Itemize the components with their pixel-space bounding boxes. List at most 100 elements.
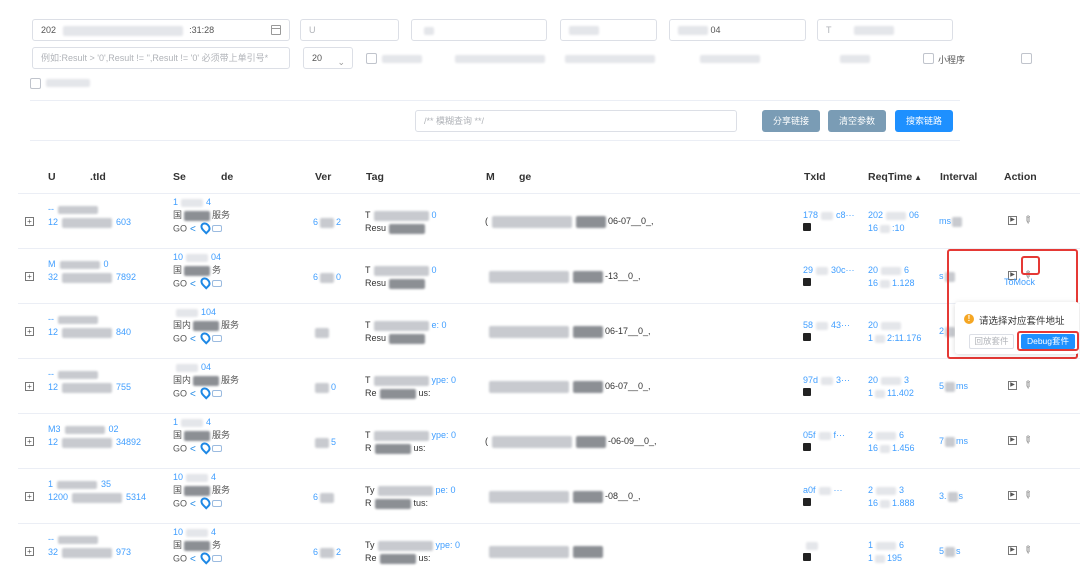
filter-field-3[interactable]	[411, 19, 547, 41]
expand-row-icon[interactable]: +	[25, 547, 34, 556]
interval-value: 2	[939, 326, 945, 336]
ver-cell: 62	[313, 216, 341, 229]
filter-checkbox-1[interactable]	[366, 53, 377, 64]
sort-asc-icon[interactable]: ▲	[914, 173, 922, 182]
service-cell: 10 4 国 服务 GO <	[173, 471, 230, 511]
location-pin-icon[interactable]	[198, 385, 213, 400]
share-icon[interactable]: <	[190, 280, 199, 290]
edit-pencil-icon[interactable]: ✎	[1020, 488, 1034, 502]
table-row[interactable]: + -- 12 840 104 国内 服务 GO < Te: 0 Resu 06-17__0_, 58 4…	[18, 304, 1080, 359]
share-icon[interactable]: <	[190, 555, 199, 565]
comment-icon[interactable]	[212, 335, 223, 342]
location-pin-icon[interactable]	[198, 550, 213, 565]
location-pin-icon[interactable]	[198, 275, 213, 290]
comment-icon[interactable]	[212, 280, 223, 287]
service-line-2: 国	[173, 540, 183, 550]
redacted-block	[880, 224, 891, 233]
expand-row-icon[interactable]: +	[25, 272, 34, 281]
service-line-2b: 务	[212, 265, 222, 275]
message-suffix: -06-09__0_,	[608, 436, 657, 446]
location-pin-icon[interactable]	[198, 440, 213, 455]
share-link-button[interactable]: 分享链接	[762, 110, 820, 132]
uid-line-2b: 5314	[126, 492, 147, 502]
share-icon[interactable]: <	[190, 225, 199, 235]
search-link-button[interactable]: 搜索链路	[895, 110, 953, 132]
play-icon[interactable]: ▶	[1008, 435, 1017, 445]
redacted-block	[945, 381, 956, 392]
redacted-block	[176, 363, 198, 372]
location-pin-icon[interactable]	[198, 495, 213, 510]
play-icon[interactable]: ▶	[1008, 490, 1017, 500]
uid-line-2b: 603	[116, 217, 132, 227]
qr-code-icon[interactable]	[803, 388, 811, 396]
comment-icon[interactable]	[212, 390, 223, 397]
redacted-block	[373, 320, 429, 331]
filter-checkbox-4[interactable]	[30, 78, 41, 89]
edit-pencil-icon[interactable]: ✎	[1020, 543, 1034, 557]
redacted-block	[181, 198, 204, 207]
uid-line-2b: 7892	[116, 272, 137, 282]
qr-code-icon[interactable]	[803, 443, 811, 451]
expand-row-icon[interactable]: +	[25, 217, 34, 226]
share-icon[interactable]: <	[190, 445, 199, 455]
location-pin-icon[interactable]	[198, 220, 213, 235]
clear-params-button[interactable]: 清空参数	[828, 110, 886, 132]
play-icon[interactable]: ▶	[1008, 215, 1017, 225]
redacted-block	[320, 272, 335, 283]
qr-code-icon[interactable]	[803, 498, 811, 506]
table-row[interactable]: + M3 02 12 34892 1 4 国 服务 GO <5 Type: 0 Rus: (-06-09_…	[18, 414, 1080, 469]
edit-pencil-icon[interactable]: ✎	[1020, 378, 1034, 392]
share-icon[interactable]: <	[190, 390, 199, 400]
edit-pencil-icon[interactable]: ✎	[1020, 433, 1034, 447]
table-row[interactable]: +1 35 1200 5314 10 4 国 服务 GO <6 Ty pe: 0 Rtus: -08__0…	[18, 469, 1080, 524]
table-row[interactable]: + -- 12 755 04 国内 服务 GO <0 Type: 0 Re us: 06-07__0_,…	[18, 359, 1080, 414]
comment-icon[interactable]	[212, 500, 223, 507]
fuzzy-query-input[interactable]: /** 模糊查询 **/	[415, 110, 737, 132]
filter-checkbox-3[interactable]	[1021, 53, 1032, 64]
reqtime-line-1b: 6	[899, 540, 905, 550]
location-pin-icon[interactable]	[198, 330, 213, 345]
highlight-debug-button	[1017, 331, 1079, 351]
uid-line-1: --	[48, 534, 54, 544]
comment-icon[interactable]	[212, 555, 223, 562]
share-icon[interactable]: <	[190, 335, 199, 345]
miniprogram-checkbox[interactable]	[923, 53, 934, 64]
redacted-label	[455, 55, 545, 63]
table-row[interactable]: + -- 32 973 10 4 国务 GO <6 2 Ty ype: 0 Re us: 1 6 1 195 5 s ▶…	[18, 524, 1080, 567]
filter-field-5[interactable]: 04	[669, 19, 806, 41]
uid-line-2b: 973	[116, 547, 132, 557]
time-range-input[interactable]: 202 :31:28	[32, 19, 290, 41]
tomock-link[interactable]: ToMock	[1004, 277, 1035, 287]
message-cell: (06-07__0_,	[485, 215, 654, 228]
expand-row-icon[interactable]: +	[25, 437, 34, 446]
qr-code-icon[interactable]	[803, 223, 811, 231]
expand-row-icon[interactable]: +	[25, 327, 34, 336]
qr-code-icon[interactable]	[803, 333, 811, 341]
comment-icon[interactable]	[212, 225, 223, 232]
filter-field-6[interactable]: T	[817, 19, 953, 41]
filter-field-2[interactable]: U	[300, 19, 399, 41]
col-tag: Tag	[366, 171, 384, 183]
expand-row-icon[interactable]: +	[25, 492, 34, 501]
col-service-suffix: de	[221, 171, 234, 183]
replay-suite-button[interactable]: 回放套件	[969, 334, 1014, 349]
comment-icon[interactable]	[212, 445, 223, 452]
table-row[interactable]: + M 0 32 7892 10 04 国务 GO <6 0 T 0 Resu -13__0_, 29 30c·…	[18, 249, 1080, 304]
filter-field-4[interactable]	[560, 19, 657, 41]
qr-code-icon[interactable]	[803, 278, 811, 286]
tag-cell: T 0 Resu	[365, 264, 437, 290]
table-row[interactable]: + -- 12 603 1 4 国服务 GO <6 2 T 0 Resu(06-07__0_, 178 c8…	[18, 194, 1080, 249]
redacted-block	[62, 25, 183, 36]
qr-code-icon[interactable]	[803, 553, 811, 561]
tag-cell: Ty ype: 0 Re us:	[365, 539, 460, 565]
edit-pencil-icon[interactable]: ✎	[1020, 213, 1034, 227]
ver-value: 6	[313, 492, 319, 502]
result-expression-input[interactable]: 例如:Result > '0',Result != '',Result != '…	[32, 47, 290, 69]
share-icon[interactable]: <	[190, 500, 199, 510]
page-size-select[interactable]: 20 ⌄	[303, 47, 353, 69]
play-icon[interactable]: ▶	[1008, 380, 1017, 390]
play-icon[interactable]: ▶	[1008, 545, 1017, 555]
col-reqtime[interactable]: ReqTime ▲	[868, 171, 922, 183]
expand-row-icon[interactable]: +	[25, 382, 34, 391]
redacted-block	[881, 376, 902, 385]
